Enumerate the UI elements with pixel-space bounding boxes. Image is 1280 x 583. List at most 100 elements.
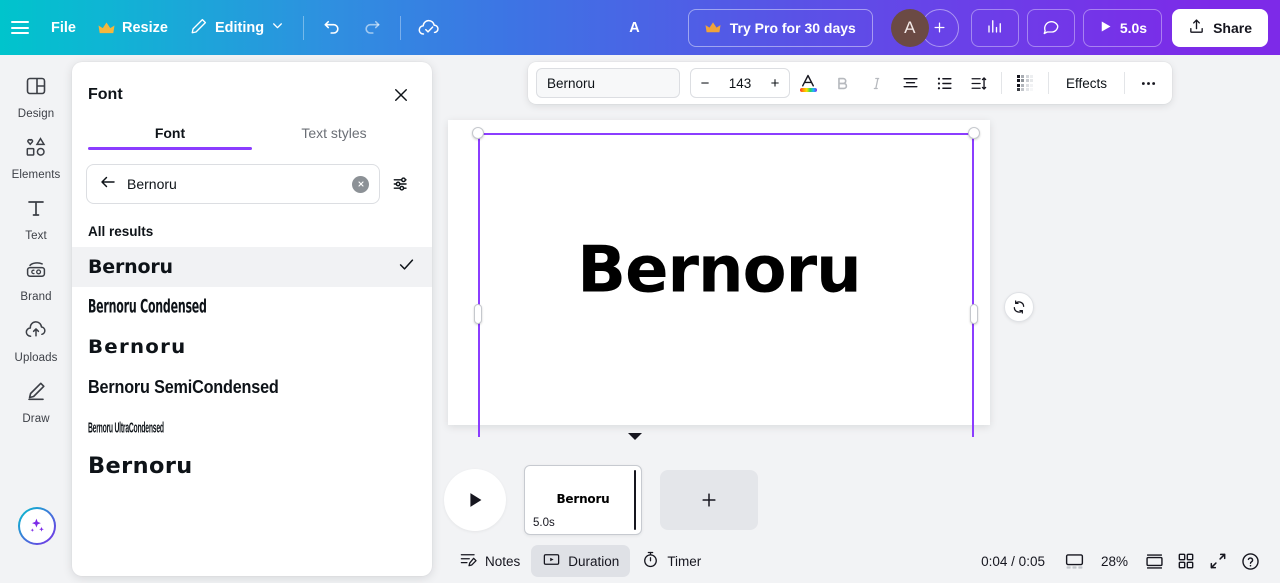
font-list-item[interactable]: Bernoru <box>72 247 432 287</box>
file-menu-label: File <box>51 19 76 36</box>
share-label: Share <box>1213 19 1252 36</box>
clear-circle-icon[interactable] <box>352 175 369 193</box>
tab-font[interactable]: Font <box>88 114 252 150</box>
insights-button[interactable] <box>970 8 1019 47</box>
sidebar-item-label: Uploads <box>14 352 58 364</box>
close-x-icon[interactable] <box>386 80 416 110</box>
share-button[interactable]: Share <box>1172 8 1268 47</box>
add-page-button[interactable] <box>660 470 758 530</box>
font-results-list[interactable]: Bernoru Bernoru Condensed Bernoru Bernor… <box>72 247 432 576</box>
font-size-increase-button[interactable]: + <box>761 69 789 97</box>
design-canvas[interactable]: Bernoru <box>448 120 990 425</box>
grid-view-icon[interactable] <box>1170 545 1202 577</box>
cloud-check-icon[interactable] <box>409 8 449 48</box>
font-name-label: Bernoru <box>88 335 187 358</box>
font-search-box[interactable] <box>86 164 380 204</box>
help-question-icon[interactable] <box>1234 545 1266 577</box>
pencil-icon <box>190 17 208 39</box>
font-list-item[interactable]: Bernoru UltraCondensed <box>72 407 432 447</box>
sidebar-item-design[interactable]: Design <box>2 65 70 126</box>
sidebar-item-draw[interactable]: Draw <box>2 370 70 431</box>
speech-bubble-icon <box>1042 17 1060 38</box>
font-list-item[interactable]: Bernoru <box>72 327 432 367</box>
redo-arrow-icon[interactable] <box>352 8 392 48</box>
file-menu-button[interactable]: File <box>40 10 87 46</box>
duration-frame-icon <box>542 550 561 572</box>
toolbar-divider-1 <box>303 15 305 40</box>
italic-I-icon[interactable] <box>860 67 892 99</box>
sliders-filter-icon[interactable] <box>384 167 418 201</box>
font-list-item[interactable]: Bernoru <box>72 447 432 487</box>
sidebar-item-label: Elements <box>11 169 61 181</box>
undo-arrow-icon[interactable] <box>312 8 352 48</box>
font-list-item[interactable]: Bernoru Condensed <box>72 287 432 327</box>
font-family-value: Bernoru <box>547 75 596 91</box>
font-name-label: Bernoru Condensed <box>88 295 207 318</box>
page-duration-label: 5.0s <box>533 517 555 529</box>
try-pro-button[interactable]: Try Pro for 30 days <box>687 8 873 47</box>
upload-arrow-icon <box>1188 18 1205 38</box>
font-size-decrease-button[interactable]: − <box>691 69 719 97</box>
tab-text-styles-label: Text styles <box>301 125 367 141</box>
effects-button[interactable]: Effects <box>1056 68 1117 98</box>
bold-B-icon[interactable] <box>826 67 858 99</box>
timer-button[interactable]: Timer <box>630 545 712 577</box>
resize-button[interactable]: Resize <box>87 10 179 46</box>
try-pro-label: Try Pro for 30 days <box>729 19 856 36</box>
resize-label: Resize <box>121 19 168 36</box>
fullscreen-arrows-icon[interactable] <box>1202 545 1234 577</box>
fit-screen-icon[interactable] <box>1138 545 1170 577</box>
notes-button[interactable]: Notes <box>448 545 531 577</box>
more-dots-icon[interactable] <box>1132 67 1164 99</box>
play-triangle-icon <box>1098 19 1113 37</box>
avatar[interactable]: A <box>890 8 929 47</box>
checkmark-icon <box>397 255 416 279</box>
comments-button[interactable] <box>1026 8 1075 47</box>
notes-label: Notes <box>485 553 521 569</box>
avatar-initial: A <box>904 17 916 37</box>
transparency-dots <box>1016 74 1034 92</box>
editing-mode-button[interactable]: Editing <box>179 10 295 46</box>
hamburger-menu-icon[interactable] <box>0 8 40 48</box>
zoom-level[interactable]: 28% <box>1091 554 1138 569</box>
sidebar-item-brand[interactable]: Brand <box>2 248 70 309</box>
canvas-text-element[interactable]: Bernoru <box>448 238 990 302</box>
text-format-toolbar: Bernoru − + <box>528 62 1173 104</box>
sidebar-item-text[interactable]: Text <box>2 187 70 248</box>
rotate-refresh-icon[interactable] <box>1004 292 1034 322</box>
left-sidebar: Design Elements Text Brand Uploads Draw <box>0 55 72 583</box>
transparency-grid-icon[interactable] <box>1009 67 1041 99</box>
tab-text-styles[interactable]: Text styles <box>252 114 416 150</box>
text-color-A-icon[interactable] <box>792 67 824 99</box>
caret-down-icon[interactable] <box>628 433 642 440</box>
align-center-icon[interactable] <box>894 67 926 99</box>
canvas-wrapper: Bernoru <box>448 120 990 425</box>
document-title[interactable]: A <box>617 11 651 45</box>
sidebar-item-elements[interactable]: Elements <box>2 126 70 187</box>
sidebar-item-uploads[interactable]: Uploads <box>2 309 70 370</box>
line-spacing-icon[interactable] <box>962 67 994 99</box>
magic-sparkles-icon[interactable] <box>18 507 56 545</box>
effects-label: Effects <box>1066 75 1108 91</box>
back-arrow-icon[interactable] <box>99 173 117 196</box>
play-button[interactable] <box>444 469 506 531</box>
results-heading: All results <box>88 224 154 239</box>
bullet-list-icon[interactable] <box>928 67 960 99</box>
duration-button[interactable]: Duration <box>531 545 631 577</box>
pen-draw-icon <box>24 379 48 408</box>
page-trim-handle[interactable] <box>634 470 636 530</box>
font-size-input[interactable] <box>719 75 761 91</box>
bar-chart-icon <box>986 17 1004 38</box>
panel-title: Font <box>88 86 123 103</box>
font-family-select[interactable]: Bernoru <box>536 68 680 98</box>
font-size-stepper: − + <box>690 68 790 98</box>
top-bar: File Resize Editing A Try Pro for 30 day… <box>0 0 1280 55</box>
font-list-item[interactable]: Bernoru SemiCondensed <box>72 367 432 407</box>
present-button[interactable]: 5.0s <box>1082 8 1163 47</box>
canva-editor-root: File Resize Editing A Try Pro for 30 day… <box>0 0 1280 583</box>
page-thumbnail[interactable]: Bernoru 5.0s <box>524 465 642 535</box>
crown-icon <box>705 19 722 36</box>
page-view-icon[interactable] <box>1059 545 1091 577</box>
search-input[interactable] <box>127 176 342 192</box>
cloud-upload-icon <box>24 318 48 347</box>
